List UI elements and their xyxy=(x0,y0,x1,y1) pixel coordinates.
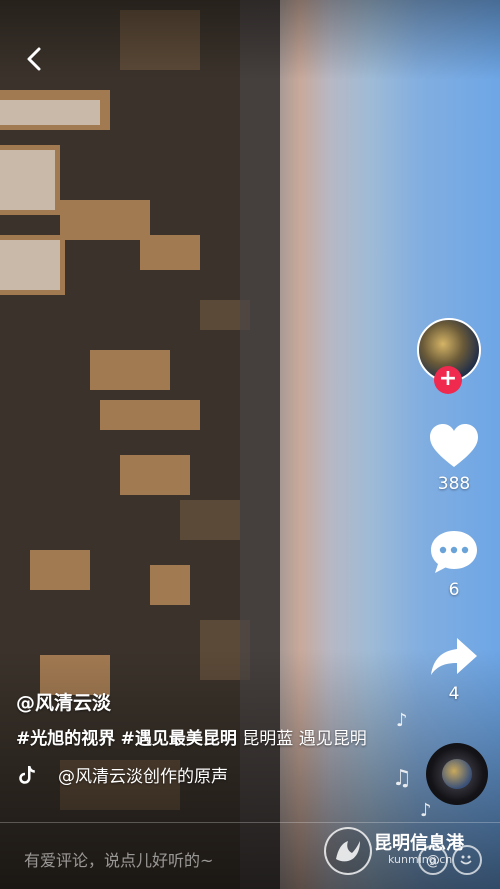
music-cover xyxy=(442,759,472,789)
like-action[interactable]: 388 xyxy=(422,420,486,494)
svg-text:@: @ xyxy=(426,853,440,869)
tiktok-logo-icon xyxy=(19,765,35,784)
hashtag-link[interactable]: #光旭的视界 xyxy=(16,729,115,749)
top-gradient xyxy=(0,0,500,80)
heart-icon xyxy=(430,424,478,467)
music-note-icon: ♪ xyxy=(396,710,408,731)
at-sign-icon: @ xyxy=(426,853,440,869)
music-info[interactable]: @风清云淡创作的原声 xyxy=(16,762,376,787)
author-avatar-group: + xyxy=(406,318,492,394)
music-disc[interactable] xyxy=(426,743,488,805)
watermark-name: 昆明信息港 xyxy=(374,833,464,854)
emoji-button[interactable] xyxy=(452,845,482,875)
follow-button[interactable]: + xyxy=(434,366,462,394)
music-note-icon: ♪ xyxy=(420,800,432,821)
comment-bubble-icon xyxy=(431,531,477,573)
music-note-icon: ♫ xyxy=(392,766,412,791)
mention-button[interactable]: @ xyxy=(418,845,448,875)
share-arrow-icon xyxy=(431,638,477,675)
video-description: #光旭的视界 #遇见最美昆明 昆明蓝 遇见昆明 xyxy=(16,727,376,752)
watermark-logo-icon xyxy=(324,827,372,875)
share-count: 4 xyxy=(448,684,460,704)
chevron-left-icon xyxy=(27,47,41,71)
video-caption: @风清云淡 #光旭的视界 #遇见最美昆明 昆明蓝 遇见昆明 @风清云淡创作的原声 xyxy=(16,688,376,787)
comment-input[interactable]: 有爱评论，说点儿好听的~ xyxy=(24,847,213,871)
share-action[interactable]: 4 xyxy=(422,630,486,704)
music-label: @风清云淡创作的原声 xyxy=(58,767,228,787)
comment-action[interactable]: 6 xyxy=(422,526,486,600)
comment-bar: 有爱评论，说点儿好听的~ 昆明信息港 kunming.cn @ xyxy=(0,823,500,889)
back-button[interactable] xyxy=(20,44,50,74)
smiley-icon xyxy=(460,855,472,865)
author-handle[interactable]: @风清云淡 xyxy=(16,688,376,715)
comment-count: 6 xyxy=(448,580,460,600)
description-text: 昆明蓝 遇见昆明 xyxy=(236,729,367,749)
hashtag-link[interactable]: #遇见最美昆明 xyxy=(121,729,237,749)
like-count: 388 xyxy=(437,474,471,494)
